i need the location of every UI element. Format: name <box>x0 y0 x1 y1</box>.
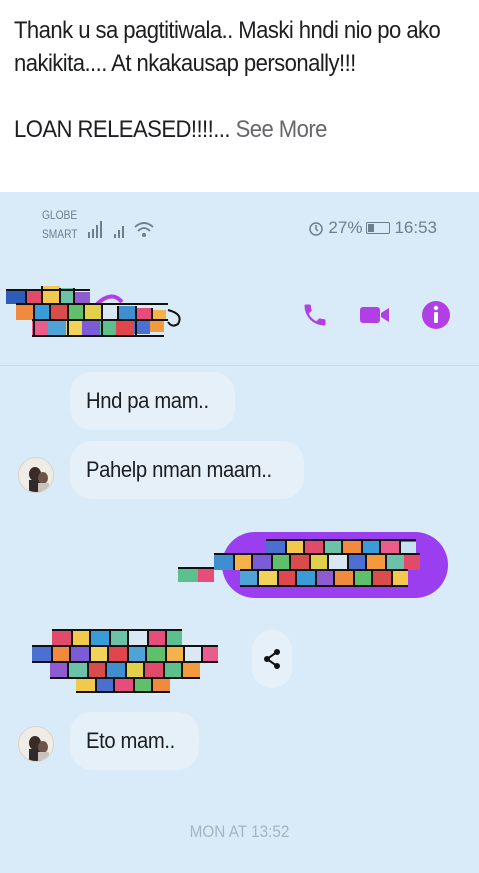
censored-contact-name <box>6 286 181 337</box>
share-icon <box>264 649 280 669</box>
censored-received-message <box>32 629 218 693</box>
caption-line: nakikita.... At nkakausap personally!!! <box>14 50 356 77</box>
share-button[interactable] <box>252 630 292 688</box>
caption-line: LOAN RELEASED!!!!... See More <box>14 113 429 146</box>
message-text: Hnd pa mam.. <box>86 388 209 413</box>
alarm-icon <box>309 222 324 236</box>
post-caption: Thank u sa pagtitiwala.. Maski hndi nio … <box>0 0 479 192</box>
info-icon[interactable] <box>421 300 451 335</box>
see-more-link[interactable]: See More <box>236 116 328 143</box>
signal-icon <box>88 221 154 238</box>
battery-icon <box>366 222 391 234</box>
messenger-screenshot: GLOBE SMART 27% 16:53 Hnd pa mam.. Pahel… <box>0 192 479 873</box>
censored-sent-message <box>178 532 448 598</box>
battery-percent: 27% <box>328 218 363 237</box>
caption-line: Thank u sa pagtitiwala.. Maski hndi nio … <box>14 17 441 44</box>
carrier-smart: SMART <box>42 227 78 241</box>
received-message[interactable]: Pahelp nman maam.. <box>70 441 304 499</box>
received-message[interactable]: Eto mam.. <box>70 712 199 770</box>
video-icon[interactable] <box>359 301 391 334</box>
status-bar: GLOBE SMART 27% 16:53 <box>0 192 479 254</box>
chat-header <box>0 254 479 366</box>
carrier-labels: GLOBE SMART <box>42 206 78 244</box>
received-message[interactable]: Hnd pa mam.. <box>70 372 236 430</box>
header-actions <box>301 300 451 335</box>
status-right: 27% 16:53 <box>308 218 437 238</box>
carrier-globe: GLOBE <box>42 208 78 222</box>
message-timestamp: MON AT 13:52 <box>189 822 290 841</box>
message-text: Pahelp nman maam.. <box>86 457 272 482</box>
phone-icon[interactable] <box>301 301 329 334</box>
caption-text: LOAN RELEASED!!!!... <box>14 116 231 143</box>
avatar[interactable] <box>18 457 54 493</box>
clock: 16:53 <box>394 218 437 237</box>
message-text: Eto mam.. <box>86 728 175 753</box>
avatar[interactable] <box>18 726 54 762</box>
